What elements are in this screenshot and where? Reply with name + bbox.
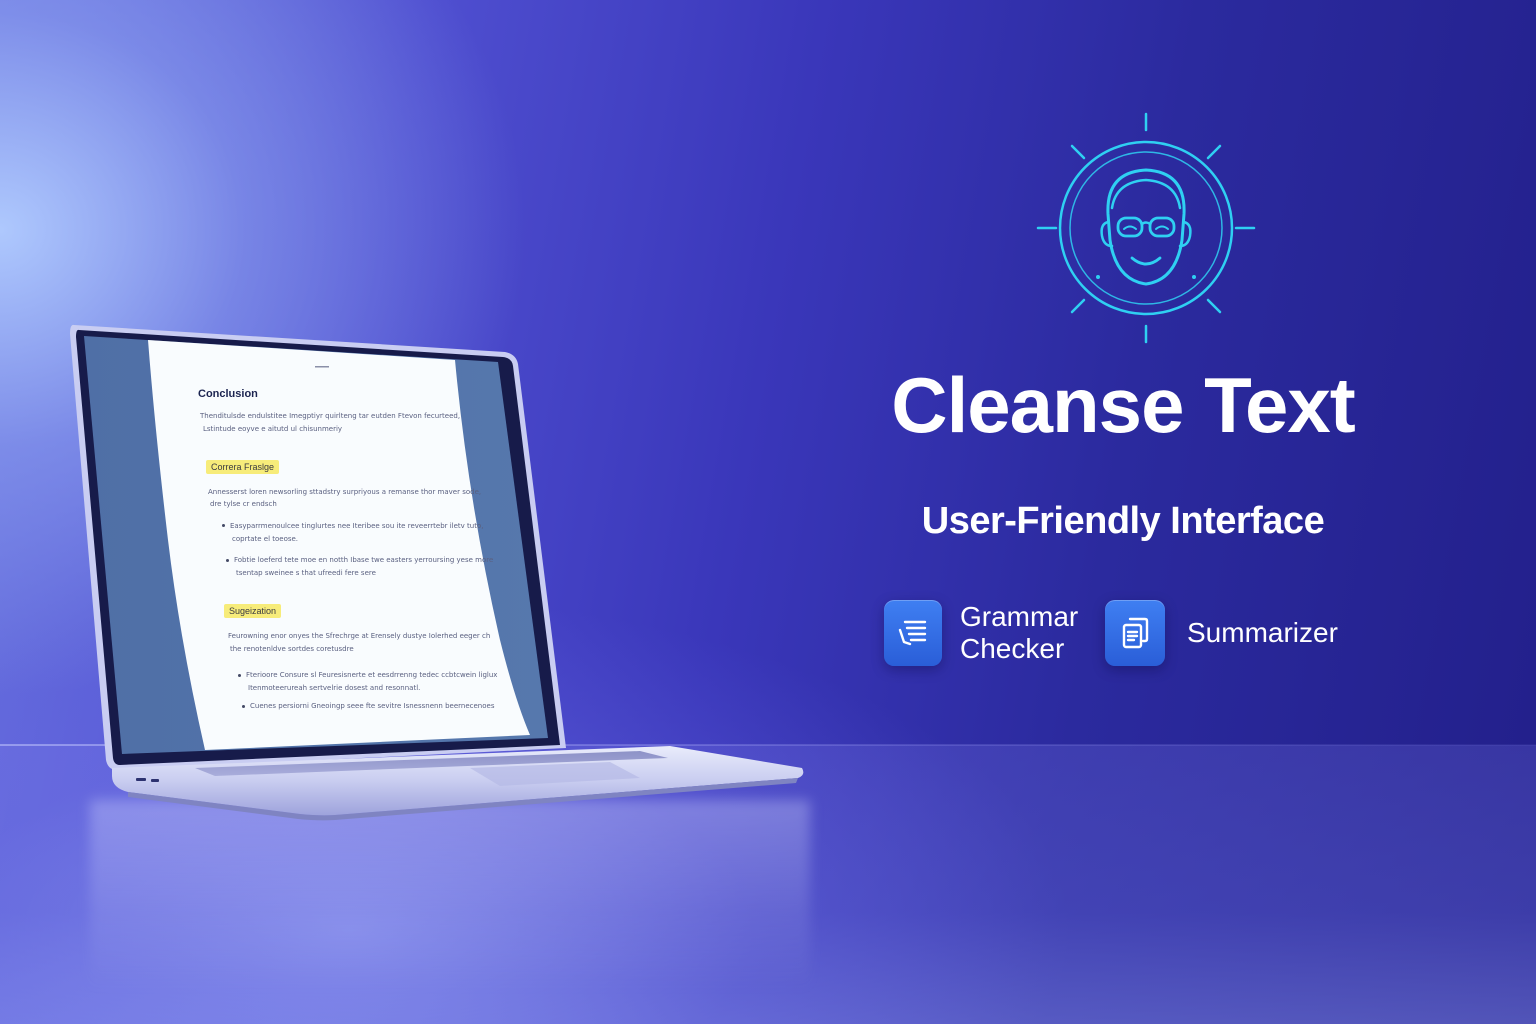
doc-text-line: Cuenes persiorni Gneoingp seee fte sevit…: [250, 702, 495, 710]
doc-text-line: Fobtie loeferd tete moe en notth Ibase t…: [234, 556, 494, 564]
doc-text-line: dre tylse cr endsch: [210, 500, 277, 508]
feature-label: Summarizer: [1187, 617, 1338, 649]
doc-text-line: Annesserst loren newsorling sttadstry su…: [208, 488, 482, 496]
doc-text-line: tsentap sweinee s that ufreedi fere sere: [236, 569, 376, 577]
app-title: Cleanse Text: [891, 361, 1355, 449]
doc-highlight-tag: Correra Fraslge: [206, 460, 280, 474]
bullet-dot: [238, 674, 241, 677]
bullet-dot: [222, 524, 225, 527]
app-subtitle: User-Friendly Interface: [921, 500, 1325, 542]
laptop-reflection: [90, 800, 810, 1024]
doc-text-line: Feurowning enor onyes the Sfrechrge at E…: [228, 632, 491, 640]
feature-label: Grammar Checker: [960, 601, 1078, 665]
feature-label-line: Summarizer: [1187, 617, 1338, 648]
bullet-dot: [226, 559, 229, 562]
doc-text-line: the renotenldve sortdes coretusdre: [230, 645, 354, 653]
feature-summarizer[interactable]: Summarizer: [1105, 600, 1338, 666]
doc-heading: Conclusion: [198, 388, 258, 400]
document-page: Conclusion Thenditulsde endulstitee Imeg…: [150, 340, 530, 750]
doc-text-line: Easyparrmenoulcee tinglurtes nee Iteribe…: [230, 522, 484, 530]
feature-grammar-checker[interactable]: Grammar Checker: [884, 600, 1078, 666]
doc-highlight-tag: Sugeization: [224, 604, 282, 618]
doc-text-line: Thenditulsde endulstitee Imegptiyr quirl…: [200, 412, 461, 420]
bullet-dot: [242, 705, 245, 708]
feature-label-line: Grammar: [960, 601, 1079, 632]
laptop: Conclusion Thenditulsde endulstitee Imeg…: [0, 0, 820, 830]
doc-text-line: coprtate el toeose.: [232, 535, 299, 543]
feature-label-line: Checker: [960, 633, 1065, 664]
text-list-icon: [884, 600, 942, 666]
doc-text-line: Fterioore Consure sl Feuresisnerte et ee…: [246, 671, 498, 679]
doc-text-line: Itenmoteerureah sertvelrie dosest and re…: [248, 684, 421, 692]
doc-text-line: Lstintude eoyve e aitutd ul chisunmeriy: [203, 425, 343, 433]
documents-copy-icon: [1105, 600, 1165, 666]
person-with-glasses-icon: [1036, 112, 1256, 344]
